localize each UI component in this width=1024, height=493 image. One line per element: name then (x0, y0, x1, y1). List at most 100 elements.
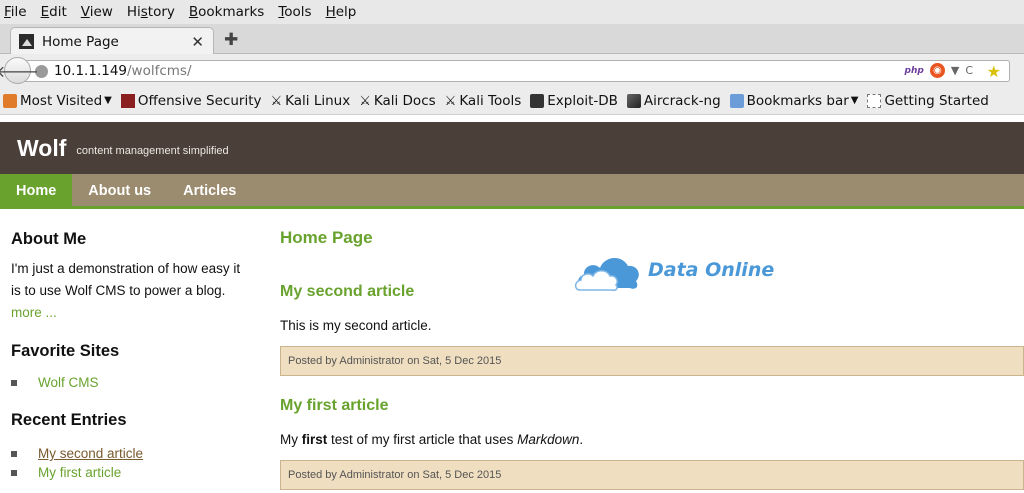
favorite-link-wolf-cms[interactable]: Wolf CMS (38, 375, 99, 390)
menu-file[interactable]: File (4, 4, 27, 20)
bookmark-star-icon[interactable]: ★ (987, 62, 1001, 81)
about-me-body: I'm just a demonstration of how easy it … (11, 261, 241, 298)
close-tab-icon[interactable]: ✕ (191, 33, 204, 51)
bookmark-most-visited[interactable]: Most Visited ▼ (3, 93, 112, 109)
url-history-dropdown-icon[interactable]: ▼ (951, 64, 959, 77)
menu-bookmarks[interactable]: Bookmarks (189, 4, 264, 20)
recent-link-first-article[interactable]: My first article (38, 465, 121, 480)
site-header: Wolf content management simplified (0, 122, 1024, 174)
menu-edit-mnemonic: E (40, 4, 50, 20)
article-body-first: My first test of my first article that u… (280, 432, 1024, 447)
body-bold-text: first (301, 432, 328, 447)
menu-history-pre: Hi (126, 4, 141, 20)
menu-view-label: iew (89, 4, 113, 20)
menu-file-label: ile (10, 4, 27, 20)
about-me-heading: About Me (11, 230, 87, 248)
tab-strip: Home Page ✕ ✚ (0, 24, 1024, 55)
menu-history[interactable]: History (127, 4, 175, 20)
menu-tools-label: ools (284, 4, 312, 20)
reload-icon[interactable]: C (965, 64, 973, 77)
bookmark-kali-docs[interactable]: ⚔ Kali Docs (359, 93, 435, 109)
bookmark-label: Getting Started (884, 92, 989, 109)
list-item: My first article (11, 463, 251, 482)
bookmark-label: Kali Linux (285, 92, 351, 109)
bookmarks-toolbar: Most Visited ▼ Offensive Security ⚔ Kali L… (0, 87, 1024, 115)
tab-title: Home Page (42, 33, 119, 50)
recent-link-second-article[interactable]: My second article (38, 446, 143, 461)
bookmark-label: Most Visited (20, 92, 103, 109)
menu-help-mnemonic: H (325, 4, 336, 20)
favorite-sites-list: Wolf CMS (11, 373, 251, 392)
bookmark-label: Offensive Security (137, 92, 262, 109)
nav-home[interactable]: Home (0, 174, 73, 206)
navigation-toolbar: 10.1.1.149/wolfcms/ php ◉ ▼ C ★ 🡐 (0, 54, 1024, 87)
bookmark-label: Aircrack-ng (643, 92, 721, 109)
menu-help-label: elp (335, 4, 357, 20)
page-icon (867, 93, 882, 108)
article-meta-second: Posted by Administrator on Sat, 5 Dec 20… (280, 346, 1024, 376)
body-text: My (280, 432, 302, 447)
site-slogan: content management simplified (76, 145, 229, 157)
list-item: My second article (11, 444, 251, 463)
offsec-icon (120, 93, 135, 108)
watermark-text: Data Online (648, 259, 775, 281)
url-bar[interactable]: 10.1.1.149/wolfcms/ php ◉ ▼ C ★ (20, 60, 1010, 82)
nav-articles[interactable]: Articles (167, 174, 252, 206)
php-extension-icon[interactable]: php (905, 66, 924, 76)
bookmark-label: Exploit-DB (547, 92, 618, 109)
body-text: test of my first article that uses (327, 432, 518, 447)
menu-edit[interactable]: Edit (41, 4, 67, 20)
ubuntu-icon[interactable]: ◉ (929, 63, 945, 78)
back-arrow-icon: 🡐 (0, 61, 39, 81)
new-tab-icon[interactable]: ✚ (224, 30, 238, 50)
article-title-first[interactable]: My first article (280, 397, 1024, 415)
menu-bookmarks-label: ookmarks (198, 4, 265, 20)
dropdown-icon: ▼ (104, 95, 112, 106)
wolf-favicon-icon (19, 34, 34, 49)
exploitdb-icon (530, 93, 545, 108)
tab-home-page[interactable]: Home Page ✕ (10, 27, 214, 55)
bookmark-kali-linux[interactable]: ⚔ Kali Linux (270, 93, 350, 109)
watermark: Data Online (574, 248, 784, 292)
menu-help[interactable]: Help (326, 4, 357, 20)
bookmark-offensive-security[interactable]: Offensive Security (120, 92, 262, 109)
more-link[interactable]: more ... (11, 305, 57, 320)
menu-history-mnemonic: s (140, 4, 148, 20)
about-me-text: I'm just a demonstration of how easy it … (11, 258, 251, 324)
back-button[interactable]: 🡐 (0, 57, 39, 84)
body-italic-text: Markdown (517, 432, 580, 447)
bookmark-bookmarks-bar[interactable]: Bookmarks bar ▼ (729, 92, 859, 109)
bookmark-getting-started[interactable]: Getting Started (867, 92, 989, 109)
folder-icon (3, 93, 17, 108)
url-bar-icons: php ◉ ▼ C ★ (905, 62, 1001, 81)
bookmark-exploit-db[interactable]: Exploit-DB (530, 93, 618, 109)
recent-entries-heading: Recent Entries (11, 411, 127, 429)
menu-edit-label: dit (49, 4, 67, 20)
site-nav: Home About us Articles (0, 174, 1024, 209)
menu-view-mnemonic: V (80, 4, 90, 20)
sidebar: About Me I'm just a demonstration of how… (11, 230, 251, 482)
kali-dragon-icon: ⚔ (359, 93, 371, 109)
site-name[interactable]: Wolf (17, 135, 66, 162)
menu-bookmarks-mnemonic: B (188, 4, 199, 20)
menu-bar: File Edit View History Bookmarks Tools H… (0, 0, 1024, 24)
recent-entries-list: My second article My first article (11, 444, 251, 482)
bookmark-aircrack-ng[interactable]: Aircrack-ng (626, 92, 721, 109)
url-host: 10.1.1.149 (54, 63, 127, 79)
menu-history-post: tory (147, 4, 175, 20)
url-path: /wolfcms/ (127, 63, 192, 79)
bookmark-label: Bookmarks bar (746, 92, 849, 109)
menu-tools[interactable]: Tools (278, 4, 311, 20)
list-item: Wolf CMS (11, 373, 251, 392)
body-text: . (579, 432, 584, 447)
dropdown-icon: ▼ (850, 95, 859, 106)
article-meta-first: Posted by Administrator on Sat, 5 Dec 20… (280, 460, 1024, 490)
bookmark-label: Kali Docs (373, 92, 436, 109)
menu-file-mnemonic: F (4, 4, 11, 20)
menu-view[interactable]: View (81, 4, 113, 20)
page-title: Home Page (280, 228, 373, 247)
kali-dragon-icon: ⚔ (270, 93, 283, 109)
cloud-icon (574, 257, 639, 291)
bookmark-kali-tools[interactable]: ⚔ Kali Tools (445, 93, 522, 109)
nav-about-us[interactable]: About us (72, 174, 167, 206)
